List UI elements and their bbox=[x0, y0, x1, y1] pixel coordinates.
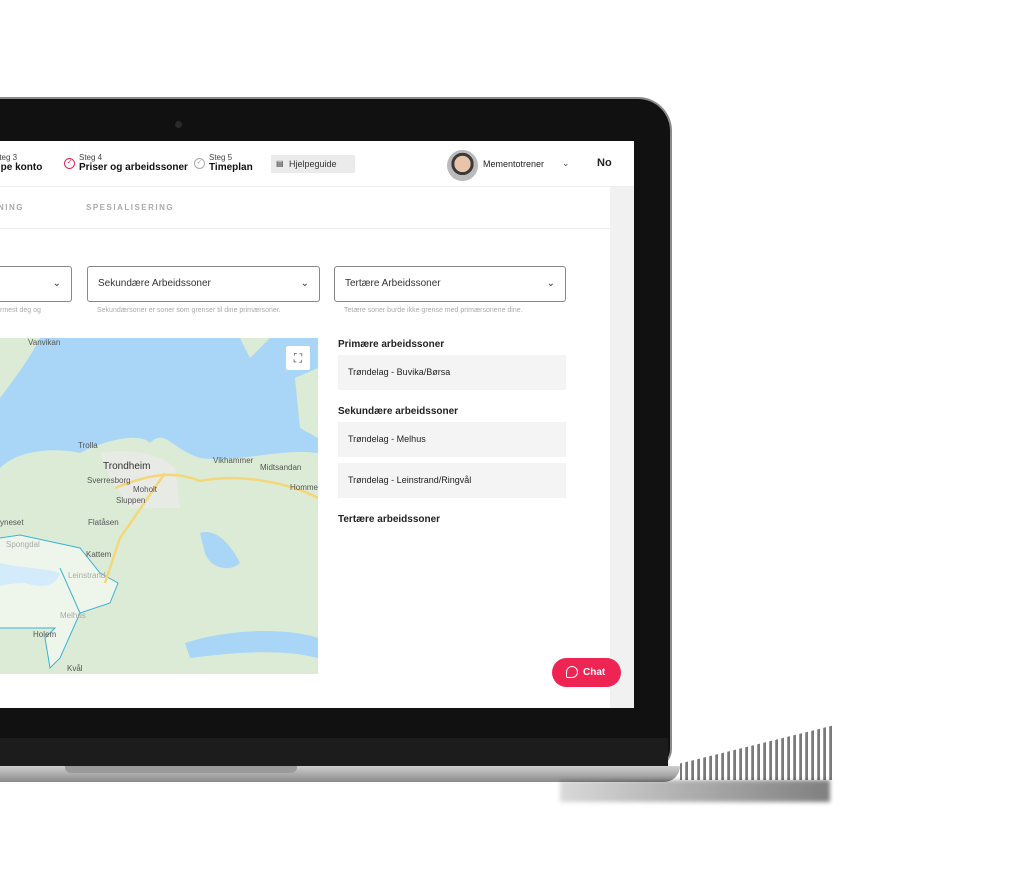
map-label: Leinstrand bbox=[68, 571, 106, 580]
map-terrain bbox=[0, 338, 318, 674]
chat-bubble-icon bbox=[566, 666, 578, 678]
step-title: Priser og arbeidssoner bbox=[79, 162, 188, 173]
map[interactable]: Vanvikan Trolla Trondheim Sverresborg Mo… bbox=[0, 338, 318, 674]
map-label: Melhus bbox=[60, 611, 86, 620]
step-title: Timeplan bbox=[209, 162, 253, 173]
chevron-down-icon: ⌄ bbox=[300, 278, 309, 289]
language-selector[interactable]: No bbox=[597, 157, 612, 169]
map-label: Spongdal bbox=[6, 540, 40, 549]
laptop-bezel-bottom bbox=[0, 738, 668, 768]
top-bar: Steg 3ripe konto ✓ Steg 4Priser og arbeid… bbox=[0, 141, 634, 187]
step-3[interactable]: Steg 3ripe konto bbox=[0, 153, 42, 173]
map-label: Moholt bbox=[133, 485, 158, 494]
zone-item[interactable]: Trøndelag - Leinstrand/Ringvål bbox=[338, 463, 566, 498]
laptop-notch bbox=[65, 766, 297, 773]
select-hint: rmest deg og bbox=[0, 307, 41, 314]
map-label: Vanvikan bbox=[28, 338, 61, 347]
chat-label: Chat bbox=[583, 667, 606, 678]
step-5[interactable]: ✓ Steg 5 Timeplan bbox=[194, 153, 253, 173]
chevron-down-icon: ⌄ bbox=[546, 278, 555, 289]
map-label: Vikhammer bbox=[213, 456, 254, 465]
tab-prev[interactable]: NING bbox=[0, 203, 24, 212]
user-name[interactable]: Mementotrener bbox=[483, 159, 544, 169]
check-circle-icon: ✓ bbox=[64, 158, 75, 169]
select-hint: Tetære soner burde ikke grense med primæ… bbox=[344, 307, 523, 314]
map-label: Holem bbox=[33, 630, 57, 639]
chevron-down-icon: ⌄ bbox=[52, 278, 61, 289]
map-label: Kattem bbox=[86, 550, 112, 559]
map-label: Midtsandan bbox=[260, 463, 302, 472]
document-icon: ▤ bbox=[276, 159, 284, 168]
laptop-shadow bbox=[560, 780, 830, 802]
fullscreen-icon[interactable]: ⛶ bbox=[286, 346, 310, 370]
step-title: ripe konto bbox=[0, 162, 43, 173]
select-label: Tertære Arbeidssoner bbox=[345, 278, 441, 289]
map-label: Flatåsen bbox=[88, 518, 119, 527]
tab-spesialisering[interactable]: SPESIALISERING bbox=[86, 203, 174, 212]
step-number: Steg 3 bbox=[0, 153, 18, 162]
primary-zones-select[interactable]: ⌄ bbox=[0, 266, 72, 302]
zone-item[interactable]: Trøndelag - Buvika/Børsa bbox=[338, 355, 566, 390]
map-label: yneset bbox=[0, 518, 24, 527]
map-label: Trondheim bbox=[103, 461, 151, 472]
divider bbox=[0, 228, 610, 229]
screen: Steg 3ripe konto ✓ Steg 4Priser og arbeid… bbox=[0, 141, 634, 708]
map-label: Homme bbox=[290, 483, 318, 492]
primary-zones-heading: Primære arbeidssoner bbox=[338, 339, 445, 350]
zone-item[interactable]: Trøndelag - Melhus bbox=[338, 422, 566, 457]
secondary-zones-heading: Sekundære arbeidssoner bbox=[338, 406, 459, 417]
tertiary-zones-heading: Tertære arbeidssoner bbox=[338, 514, 441, 525]
secondary-zones-select[interactable]: Sekundære Arbeidssoner ⌄ bbox=[87, 266, 320, 302]
tertiary-zones-select[interactable]: Tertære Arbeidssoner ⌄ bbox=[334, 266, 566, 302]
chat-button[interactable]: Chat bbox=[552, 658, 621, 687]
select-hint: Sekundærsoner er soner som grenser til d… bbox=[97, 307, 281, 314]
avatar[interactable] bbox=[447, 150, 478, 181]
help-guide-button[interactable]: ▤ Hjelpeguide bbox=[271, 155, 355, 173]
step-number: Steg 5 bbox=[209, 153, 233, 162]
webcam bbox=[175, 121, 182, 128]
select-label: Sekundære Arbeidssoner bbox=[98, 278, 211, 289]
check-circle-icon: ✓ bbox=[194, 158, 205, 169]
map-label: Trolla bbox=[78, 441, 98, 450]
map-label: Kvål bbox=[67, 664, 83, 673]
map-label: Sluppen bbox=[116, 496, 146, 505]
help-label: Hjelpeguide bbox=[289, 159, 337, 169]
step-number: Steg 4 bbox=[79, 153, 103, 162]
step-4[interactable]: ✓ Steg 4 Priser og arbeidssoner bbox=[64, 153, 188, 173]
side-panel bbox=[610, 187, 634, 708]
chevron-down-icon[interactable]: ⌄ bbox=[562, 158, 570, 169]
shadow-artifact bbox=[680, 725, 835, 780]
map-label: Sverresborg bbox=[87, 476, 131, 485]
